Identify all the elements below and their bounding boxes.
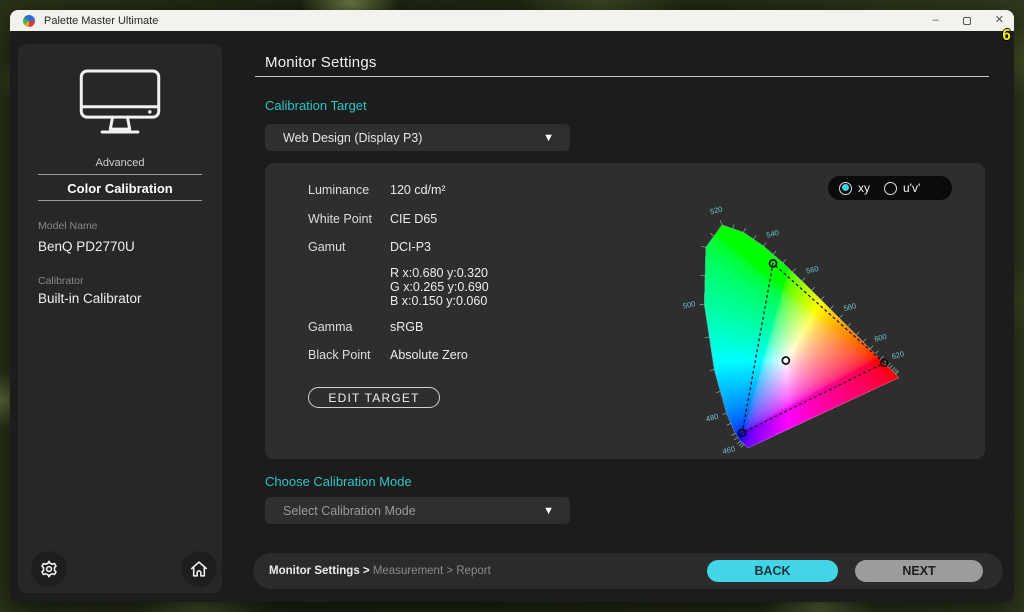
calibration-target-dropdown[interactable]: Web Design (Display P3) ▼ [265,124,570,151]
white-point-value: CIE D65 [390,212,437,226]
maximize-button[interactable] [963,17,971,25]
chevron-down-icon: ▼ [543,505,554,517]
breadcrumb-measurement: Measurement [373,565,443,577]
mode-label: Advanced [18,157,222,169]
chevron-down-icon: ▼ [543,132,554,144]
model-name-label: Model Name [38,220,98,232]
xy-uv-toggle: xy u'v' [828,176,952,200]
luminance-label: Luminance [308,183,369,197]
divider [38,174,202,175]
next-button[interactable]: NEXT [855,560,983,582]
gear-icon [38,558,60,580]
monitor-icon [72,68,168,138]
model-name-value: BenQ PD2770U [38,239,135,254]
app-logo-icon [23,15,35,27]
chromaticity-diagram [668,203,912,459]
gamut-green-xy: G x:0.265 y:0.690 [390,280,489,294]
gamut-blue-xy: B x:0.150 y:0.060 [390,294,487,308]
black-point-value: Absolute Zero [390,348,468,362]
gamut-red-xy: R x:0.680 y:0.320 [390,266,488,280]
app-window: Palette Master Ultimate – ✕ Advanced Col… [10,10,1014,602]
minimize-button[interactable]: – [933,15,939,26]
maximize-icon [963,17,971,25]
calibration-mode-heading: Choose Calibration Mode [265,474,412,489]
gamut-value: DCI-P3 [390,240,431,254]
desktop: 6 Palette Master Ultimate – ✕ [0,0,1024,612]
uv-radio-label: u'v' [903,181,920,195]
window-title: Palette Master Ultimate [44,15,158,27]
edit-target-button[interactable]: EDIT TARGET [308,387,440,408]
back-button[interactable]: BACK [707,560,838,582]
breadcrumb-report: Report [456,565,491,577]
gamma-value: sRGB [390,320,423,334]
title-bar[interactable]: Palette Master Ultimate – ✕ [10,10,1014,31]
calibration-target-value: Web Design (Display P3) [283,131,422,145]
close-button[interactable]: ✕ [995,15,1004,26]
home-button[interactable] [181,551,217,587]
black-point-label: Black Point [308,348,371,362]
breadcrumb-monitor-settings: Monitor Settings [269,565,360,577]
luminance-value: 120 cd/m² [390,183,446,197]
gamut-label: Gamut [308,240,346,254]
page-title: Monitor Settings [265,54,377,71]
settings-button[interactable] [31,551,67,587]
calibration-target-heading: Calibration Target [265,98,367,113]
uv-radio[interactable] [884,182,897,195]
breadcrumb: Monitor Settings > Measurement > Report [269,565,491,577]
footer-bar: Monitor Settings > Measurement > Report … [253,553,1003,589]
breadcrumb-separator: > [360,565,373,577]
breadcrumb-separator: > [443,565,456,577]
sidebar: Advanced Color Calibration Model Name Be… [18,44,222,593]
overlay-counter: 6 [1002,26,1011,44]
calibration-mode-placeholder: Select Calibration Mode [283,504,416,518]
xy-radio[interactable] [839,182,852,195]
divider [255,76,989,77]
calibrator-value: Built-in Calibrator [38,291,142,306]
divider [38,200,202,201]
target-details-panel: Luminance 120 cd/m² White Point CIE D65 … [265,163,985,459]
gamma-label: Gamma [308,320,352,334]
calibration-mode-dropdown[interactable]: Select Calibration Mode ▼ [265,497,570,524]
home-icon [188,558,210,580]
white-point-label: White Point [308,212,372,226]
section-label: Color Calibration [18,181,222,196]
xy-radio-label: xy [858,181,870,195]
calibrator-label: Calibrator [38,275,84,287]
